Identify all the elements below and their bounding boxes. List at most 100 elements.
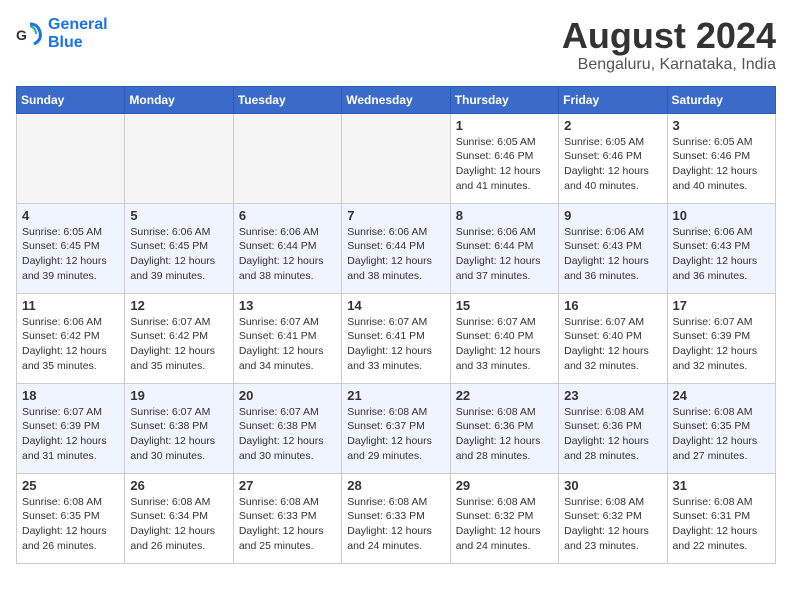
table-row: 8Sunrise: 6:06 AM Sunset: 6:44 PM Daylig…: [450, 203, 558, 293]
table-row: 21 Sunrise: 6:08 AM Sunset: 6:37 PM Dayli…: [342, 383, 450, 473]
day-number: 11: [22, 298, 119, 313]
day-number: 22: [456, 388, 553, 403]
day-info: Sunrise: 6:07 AM Sunset: 6:39 PM Dayligh…: [673, 315, 770, 374]
logo-icon: G: [16, 20, 44, 48]
day-number: 28: [347, 478, 444, 493]
week-row-3: 11Sunrise: 6:06 AM Sunset: 6:42 PM Dayli…: [17, 293, 776, 383]
page-header: G General Blue August 2024 Bengaluru, Ka…: [16, 16, 776, 74]
table-row: 4Sunrise: 6:05 AM Sunset: 6:45 PM Daylig…: [17, 203, 125, 293]
day-number: 5: [130, 208, 227, 223]
day-number: 27: [239, 478, 336, 493]
table-row: 7 Sunrise: 6:06 AM Sunset: 6:44 PM Daylig…: [342, 203, 450, 293]
header-saturday: Saturday: [667, 86, 775, 113]
week-row-2: 4Sunrise: 6:05 AM Sunset: 6:45 PM Daylig…: [17, 203, 776, 293]
day-info: Sunrise: 6:05 AM Sunset: 6:46 PM Dayligh…: [564, 135, 661, 194]
day-info: Sunrise: 6:08 AM Sunset: 6:37 PM Dayligh…: [347, 405, 444, 464]
table-row: 2 Sunrise: 6:05 AM Sunset: 6:46 PM Daylig…: [559, 113, 667, 203]
title-block: August 2024 Bengaluru, Karnataka, India: [562, 16, 776, 74]
logo-text: General: [48, 16, 108, 34]
day-info: Sunrise: 6:07 AM Sunset: 6:40 PM Dayligh…: [456, 315, 553, 374]
table-row: 24 Sunrise: 6:08 AM Sunset: 6:35 PM Dayli…: [667, 383, 775, 473]
day-info: Sunrise: 6:05 AM Sunset: 6:46 PM Dayligh…: [673, 135, 770, 194]
day-info: Sunrise: 6:07 AM Sunset: 6:39 PM Dayligh…: [22, 405, 119, 464]
day-info: Sunrise: 6:08 AM Sunset: 6:34 PM Dayligh…: [130, 495, 227, 554]
day-number: 9: [564, 208, 661, 223]
day-number: 24: [673, 388, 770, 403]
table-row: 27Sunrise: 6:08 AM Sunset: 6:33 PM Dayli…: [233, 473, 341, 563]
table-row: 3 Sunrise: 6:05 AM Sunset: 6:46 PM Daylig…: [667, 113, 775, 203]
table-row: [342, 113, 450, 203]
day-info: Sunrise: 6:07 AM Sunset: 6:38 PM Dayligh…: [239, 405, 336, 464]
table-row: 9 Sunrise: 6:06 AM Sunset: 6:43 PM Daylig…: [559, 203, 667, 293]
day-info: Sunrise: 6:07 AM Sunset: 6:41 PM Dayligh…: [347, 315, 444, 374]
day-number: 31: [673, 478, 770, 493]
header-tuesday: Tuesday: [233, 86, 341, 113]
day-number: 13: [239, 298, 336, 313]
table-row: 28Sunrise: 6:08 AM Sunset: 6:33 PM Dayli…: [342, 473, 450, 563]
table-row: [125, 113, 233, 203]
day-number: 29: [456, 478, 553, 493]
day-number: 1: [456, 118, 553, 133]
table-row: 19Sunrise: 6:07 AM Sunset: 6:38 PM Dayli…: [125, 383, 233, 473]
header-sunday: Sunday: [17, 86, 125, 113]
header-friday: Friday: [559, 86, 667, 113]
day-number: 3: [673, 118, 770, 133]
table-row: 18Sunrise: 6:07 AM Sunset: 6:39 PM Dayli…: [17, 383, 125, 473]
day-info: Sunrise: 6:06 AM Sunset: 6:43 PM Dayligh…: [564, 225, 661, 284]
header-wednesday: Wednesday: [342, 86, 450, 113]
day-number: 30: [564, 478, 661, 493]
calendar-header-row: Sunday Monday Tuesday Wednesday Thursday…: [17, 86, 776, 113]
day-info: Sunrise: 6:07 AM Sunset: 6:42 PM Dayligh…: [130, 315, 227, 374]
day-info: Sunrise: 6:06 AM Sunset: 6:44 PM Dayligh…: [347, 225, 444, 284]
table-row: 6 Sunrise: 6:06 AM Sunset: 6:44 PM Daylig…: [233, 203, 341, 293]
day-number: 8: [456, 208, 553, 223]
table-row: 5Sunrise: 6:06 AM Sunset: 6:45 PM Daylig…: [125, 203, 233, 293]
table-row: 11Sunrise: 6:06 AM Sunset: 6:42 PM Dayli…: [17, 293, 125, 383]
table-row: 12Sunrise: 6:07 AM Sunset: 6:42 PM Dayli…: [125, 293, 233, 383]
day-number: 2: [564, 118, 661, 133]
location: Bengaluru, Karnataka, India: [562, 56, 776, 74]
month-year: August 2024: [562, 16, 776, 56]
table-row: 22Sunrise: 6:08 AM Sunset: 6:36 PM Dayli…: [450, 383, 558, 473]
day-number: 7: [347, 208, 444, 223]
table-row: [233, 113, 341, 203]
day-info: Sunrise: 6:08 AM Sunset: 6:32 PM Dayligh…: [456, 495, 553, 554]
day-number: 23: [564, 388, 661, 403]
day-number: 6: [239, 208, 336, 223]
header-thursday: Thursday: [450, 86, 558, 113]
table-row: 16 Sunrise: 6:07 AM Sunset: 6:40 PM Dayli…: [559, 293, 667, 383]
day-number: 15: [456, 298, 553, 313]
logo: G General Blue: [16, 16, 108, 51]
table-row: 13 Sunrise: 6:07 AM Sunset: 6:41 PM Dayli…: [233, 293, 341, 383]
day-info: Sunrise: 6:08 AM Sunset: 6:35 PM Dayligh…: [22, 495, 119, 554]
week-row-4: 18Sunrise: 6:07 AM Sunset: 6:39 PM Dayli…: [17, 383, 776, 473]
day-info: Sunrise: 6:08 AM Sunset: 6:32 PM Dayligh…: [564, 495, 661, 554]
table-row: 23 Sunrise: 6:08 AM Sunset: 6:36 PM Dayli…: [559, 383, 667, 473]
day-number: 25: [22, 478, 119, 493]
day-info: Sunrise: 6:05 AM Sunset: 6:45 PM Dayligh…: [22, 225, 119, 284]
day-number: 26: [130, 478, 227, 493]
day-info: Sunrise: 6:07 AM Sunset: 6:41 PM Dayligh…: [239, 315, 336, 374]
day-info: Sunrise: 6:08 AM Sunset: 6:35 PM Dayligh…: [673, 405, 770, 464]
table-row: 10Sunrise: 6:06 AM Sunset: 6:43 PM Dayli…: [667, 203, 775, 293]
table-row: 30 Sunrise: 6:08 AM Sunset: 6:32 PM Dayli…: [559, 473, 667, 563]
week-row-5: 25 Sunrise: 6:08 AM Sunset: 6:35 PM Dayli…: [17, 473, 776, 563]
table-row: 29 Sunrise: 6:08 AM Sunset: 6:32 PM Dayli…: [450, 473, 558, 563]
table-row: 14 Sunrise: 6:07 AM Sunset: 6:41 PM Dayli…: [342, 293, 450, 383]
table-row: 17 Sunrise: 6:07 AM Sunset: 6:39 PM Dayli…: [667, 293, 775, 383]
day-info: Sunrise: 6:06 AM Sunset: 6:43 PM Dayligh…: [673, 225, 770, 284]
day-number: 21: [347, 388, 444, 403]
day-number: 19: [130, 388, 227, 403]
logo-subtext: Blue: [48, 34, 108, 52]
svg-text:G: G: [16, 27, 27, 43]
week-row-1: 1 Sunrise: 6:05 AM Sunset: 6:46 PM Daylig…: [17, 113, 776, 203]
table-row: 26 Sunrise: 6:08 AM Sunset: 6:34 PM Dayli…: [125, 473, 233, 563]
table-row: 31Sunrise: 6:08 AM Sunset: 6:31 PM Dayli…: [667, 473, 775, 563]
day-number: 14: [347, 298, 444, 313]
day-info: Sunrise: 6:08 AM Sunset: 6:36 PM Dayligh…: [564, 405, 661, 464]
table-row: [17, 113, 125, 203]
day-number: 17: [673, 298, 770, 313]
day-info: Sunrise: 6:06 AM Sunset: 6:44 PM Dayligh…: [239, 225, 336, 284]
day-number: 16: [564, 298, 661, 313]
day-info: Sunrise: 6:07 AM Sunset: 6:40 PM Dayligh…: [564, 315, 661, 374]
